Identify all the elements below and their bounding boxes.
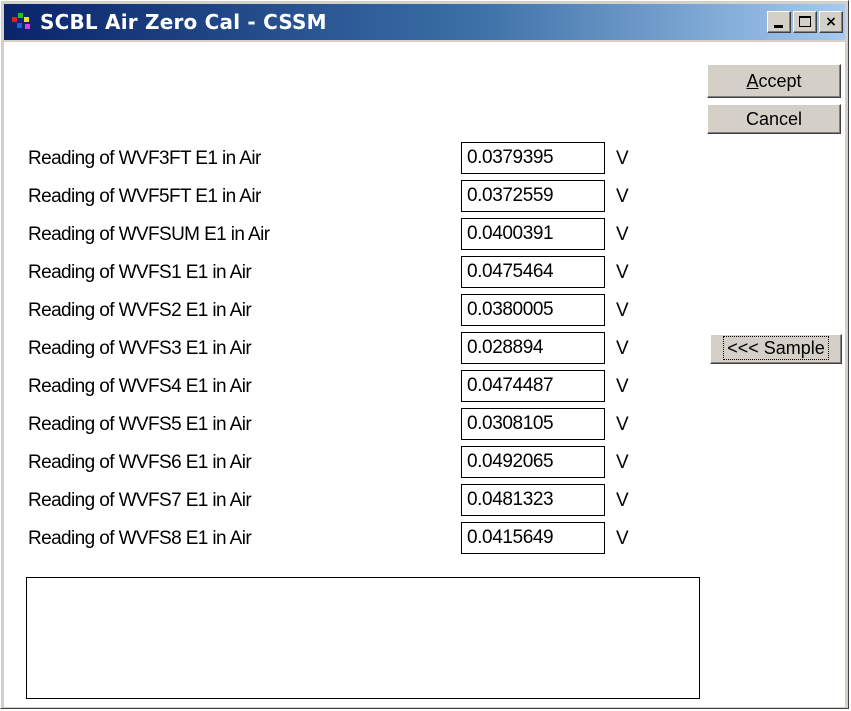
reading-value-field[interactable]: 0.0492065 [461,446,605,478]
reading-label: Reading of WVFSUM E1 in Air [28,224,270,245]
reading-value-field[interactable]: 0.0308105 [461,408,605,440]
reading-unit: V [616,186,629,207]
dialog-body: Accept Cancel <<< Sample Reading of WVF3… [4,42,845,707]
reading-label: Reading of WVFS4 E1 in Air [28,376,252,397]
reading-unit: V [616,490,629,511]
reading-value-field[interactable]: 0.0379395 [461,142,605,174]
sample-button[interactable]: <<< Sample [710,334,842,364]
reading-value-field[interactable]: 0.0475464 [461,256,605,288]
window-title: SCBL Air Zero Cal - CSSM [40,10,327,34]
reading-unit: V [616,148,629,169]
minimize-button[interactable] [767,11,791,33]
close-button[interactable]: × [819,11,843,33]
reading-label: Reading of WVFS2 E1 in Air [28,300,252,321]
reading-value-field[interactable]: 0.0372559 [461,180,605,212]
cancel-button[interactable]: Cancel [707,104,841,134]
reading-label: Reading of WVFS1 E1 in Air [28,262,252,283]
reading-label: Reading of WVFS7 E1 in Air [28,490,252,511]
maximize-button[interactable] [793,11,817,33]
app-icon [12,13,30,29]
accept-button[interactable]: Accept [707,64,841,98]
reading-label: Reading of WVFS8 E1 in Air [28,528,252,549]
reading-unit: V [616,376,629,397]
reading-label: Reading of WVFS3 E1 in Air [28,338,252,359]
reading-label: Reading of WVF5FT E1 in Air [28,186,261,207]
reading-unit: V [616,262,629,283]
reading-unit: V [616,414,629,435]
maximize-icon [799,16,811,27]
accept-label: ccept [758,71,802,91]
sample-label: <<< Sample [723,336,829,360]
reading-unit: V [616,338,629,359]
reading-value-field[interactable]: 0.0400391 [461,218,605,250]
reading-unit: V [616,452,629,473]
reading-unit: V [616,528,629,549]
reading-value-field[interactable]: 0.0474487 [461,370,605,402]
reading-value-field[interactable]: 0.0380005 [461,294,605,326]
reading-label: Reading of WVF3FT E1 in Air [28,148,261,169]
reading-label: Reading of WVFS5 E1 in Air [28,414,252,435]
title-bar[interactable]: SCBL Air Zero Cal - CSSM × [4,4,845,40]
dialog-window: SCBL Air Zero Cal - CSSM × Accept Cancel… [0,0,849,709]
message-box[interactable] [26,577,700,699]
reading-label: Reading of WVFS6 E1 in Air [28,452,252,473]
accept-accelerator: A [746,71,759,91]
close-icon: × [825,14,837,30]
minimize-icon [774,25,783,28]
reading-value-field[interactable]: 0.0481323 [461,484,605,516]
reading-unit: V [616,224,629,245]
reading-value-field[interactable]: 0.028894 [461,332,605,364]
reading-value-field[interactable]: 0.0415649 [461,522,605,554]
reading-unit: V [616,300,629,321]
